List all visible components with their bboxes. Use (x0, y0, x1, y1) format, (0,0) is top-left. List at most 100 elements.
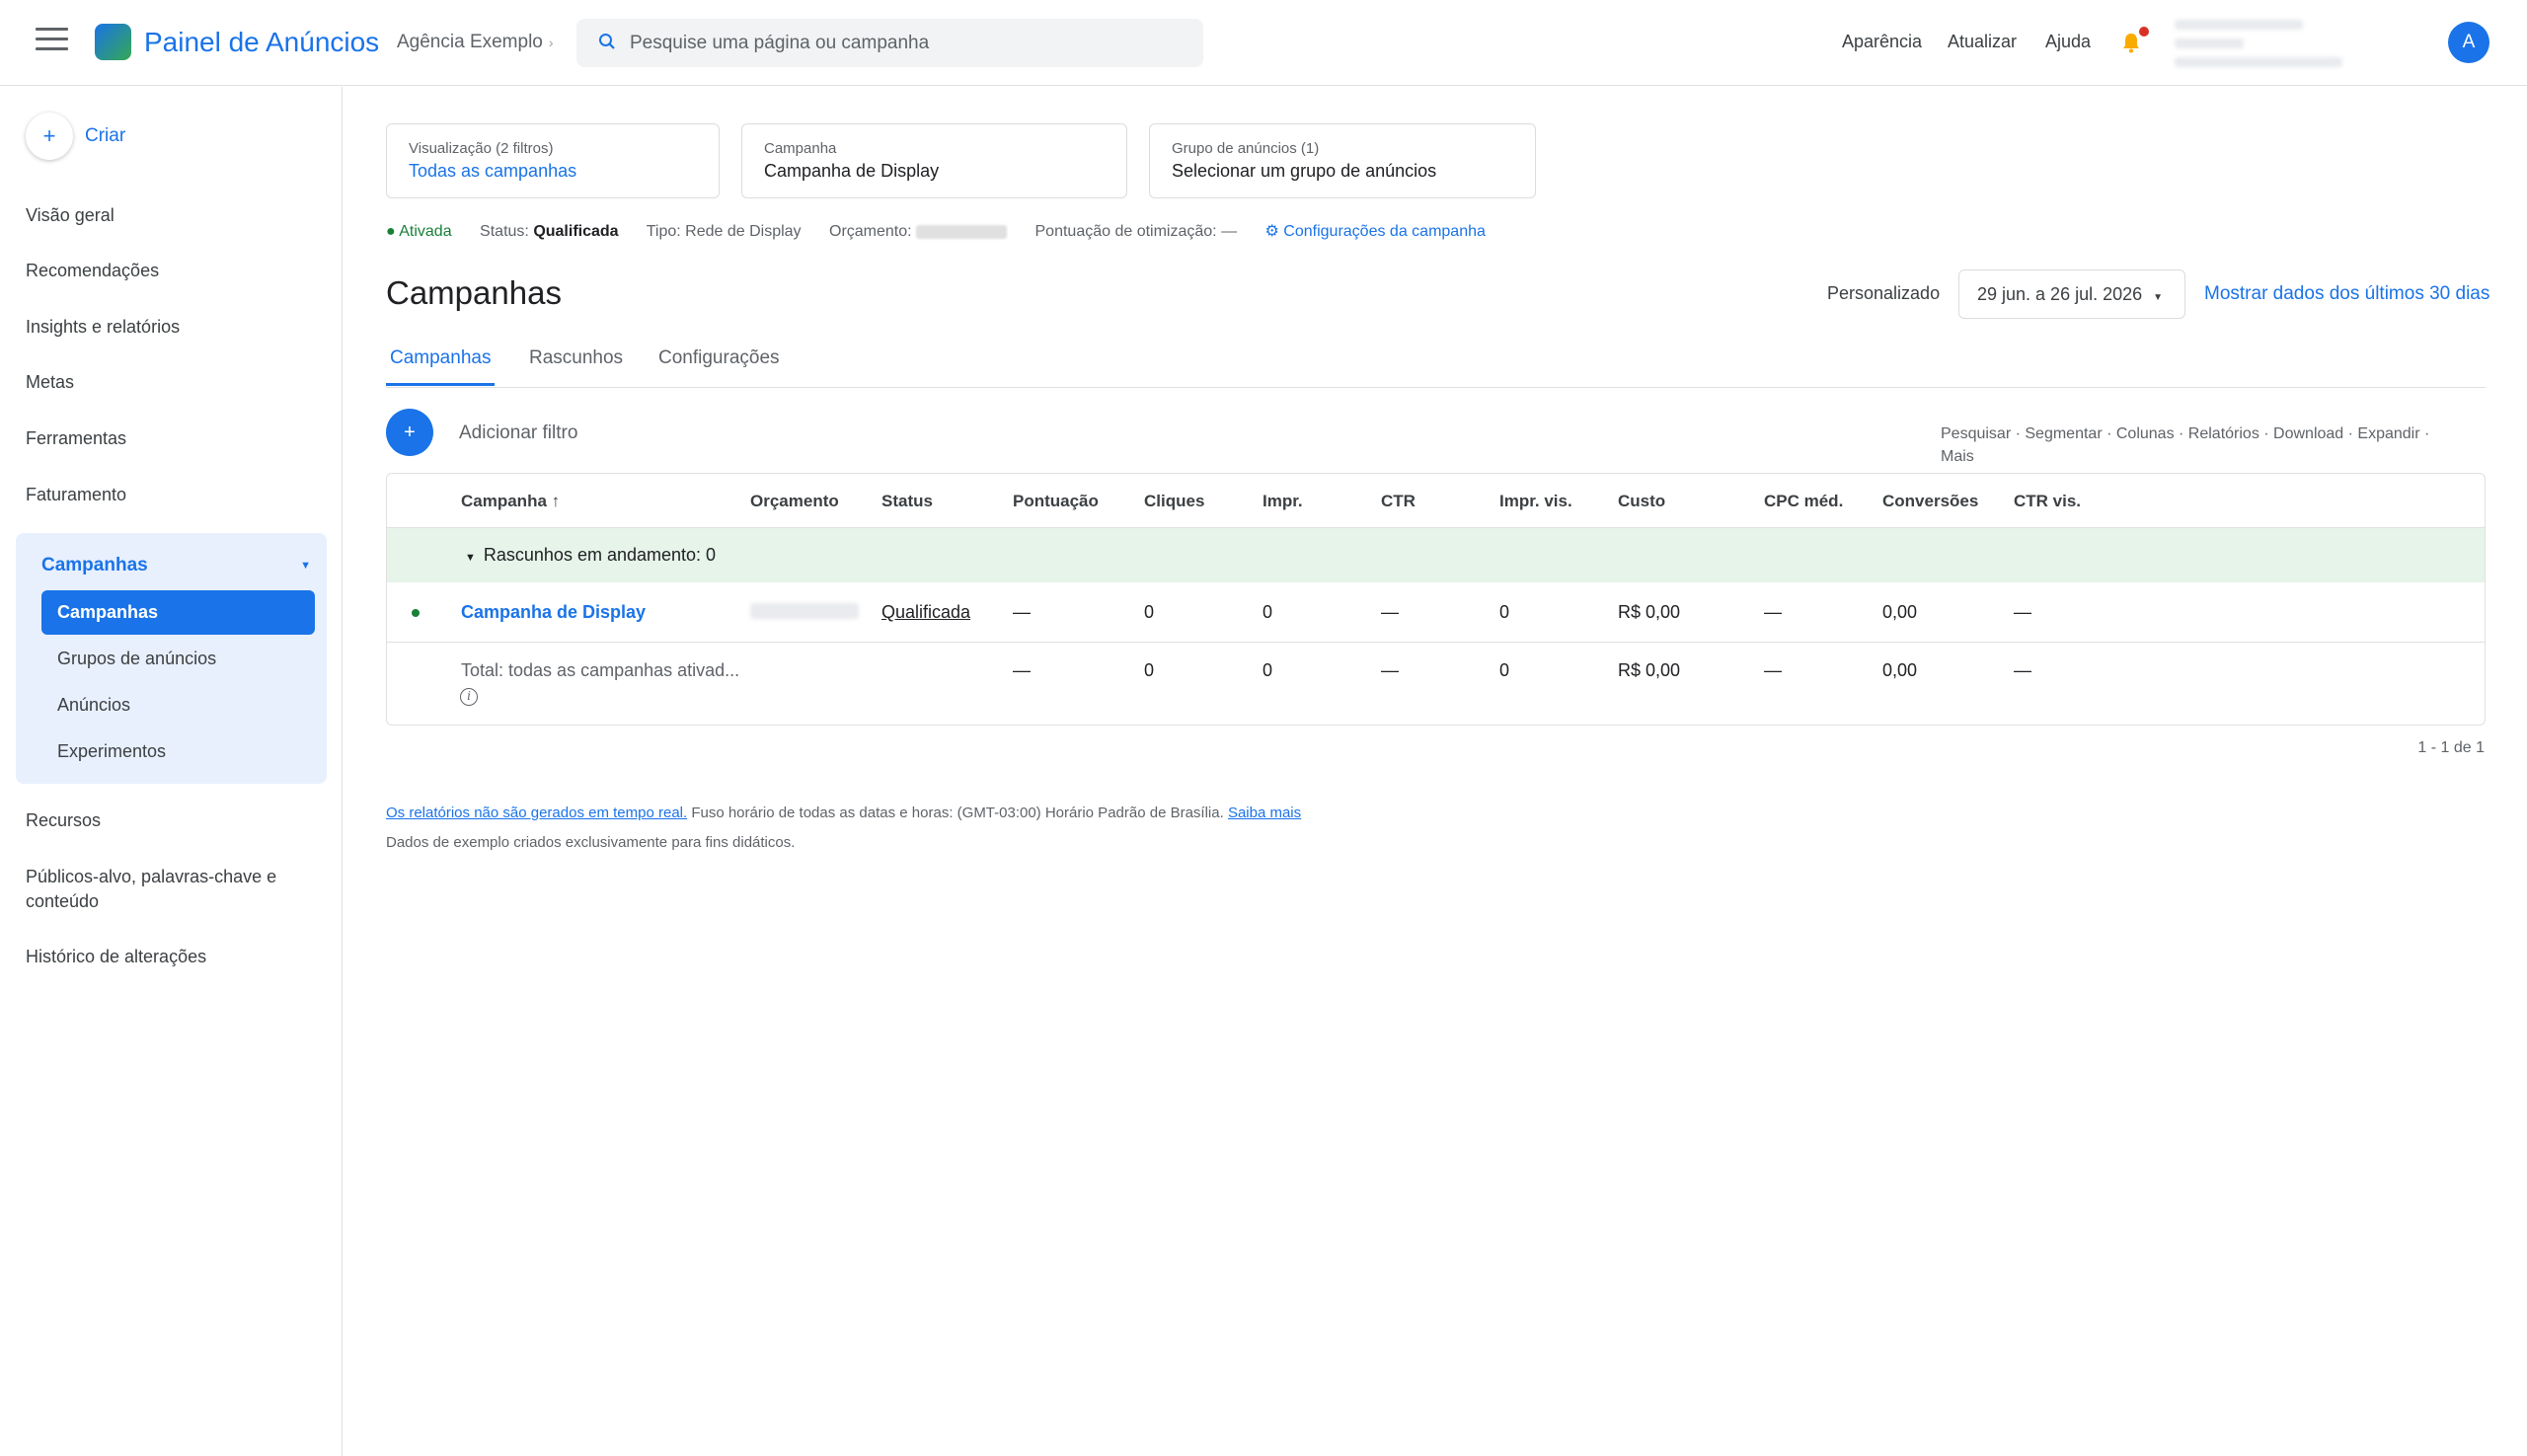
notifications-bell-icon[interactable] (2121, 32, 2141, 53)
tool-columns[interactable]: Colunas (2116, 425, 2175, 442)
tab-campaigns[interactable]: Campanhas (386, 347, 496, 386)
sidebar-subitem-experiments[interactable]: Experimentos (41, 729, 315, 774)
viewable-impressions-cell: 0 (1499, 602, 1510, 622)
learn-more-link[interactable]: Saiba mais (1228, 805, 1301, 821)
clicks-cell: 0 (1144, 602, 1155, 622)
table-row: Campanha de Display Qualificada — 0 0 — … (387, 582, 2485, 643)
account-info-redacted[interactable] (2175, 20, 2352, 79)
sidebar-item-goals[interactable]: Metas (26, 372, 74, 393)
sidebar-item-audiences[interactable]: Públicos-alvo, palavras-chave e conteúdo (26, 865, 312, 914)
last-30-days-link[interactable]: Mostrar dados dos últimos 30 dias (2204, 283, 2489, 305)
status-label: Status: (480, 223, 529, 240)
drafts-row[interactable]: ▼ Rascunhos em andamento: 0 (387, 528, 2485, 582)
budget-redacted (750, 603, 859, 624)
campaign-selector-caption: Campanha (764, 140, 837, 157)
status-value: Qualificada (533, 223, 619, 240)
status-cell[interactable]: Qualificada (881, 602, 970, 623)
campaign-status-bar: ● Ativada Status: Qualificada Tipo: Rede… (386, 221, 1486, 241)
sidebar-item-billing[interactable]: Faturamento (26, 485, 126, 505)
sidebar-group-title[interactable]: Campanhas (41, 555, 148, 576)
total-viewable-ctr: — (2014, 660, 2031, 680)
cost-cell: R$ 0,00 (1618, 602, 1681, 622)
col-status[interactable]: Status (881, 492, 933, 511)
sidebar-item-overview[interactable]: Visão geral (26, 205, 115, 226)
tab-settings[interactable]: Configurações (654, 347, 784, 383)
add-filter-label[interactable]: Adicionar filtro (459, 422, 577, 444)
col-conversions[interactable]: Conversões (1882, 492, 1978, 511)
budget-label: Orçamento: (829, 223, 912, 240)
ad-group-selector[interactable]: Grupo de anúncios (1) Selecionar um grup… (1149, 123, 1536, 198)
campaign-selector-value: Campanha de Display (764, 161, 940, 181)
menu-icon[interactable] (36, 28, 68, 51)
table-tools: Pesquisar · Segmentar · Colunas · Relató… (1941, 425, 2430, 465)
col-viewable-ctr[interactable]: CTR vis. (2014, 492, 2081, 511)
info-icon[interactable]: i (460, 688, 478, 706)
agency-name: Agência Exemplo (397, 32, 543, 52)
col-score[interactable]: Pontuação (1013, 492, 1099, 511)
add-filter-button[interactable]: + (386, 409, 433, 456)
ad-group-selector-value: Selecionar um grupo de anúncios (1172, 161, 1437, 181)
view-selector[interactable]: Visualização (2 filtros) Todas as campan… (386, 123, 720, 198)
total-conversions: 0,00 (1882, 660, 1918, 680)
view-selector-value: Todas as campanhas (409, 161, 577, 181)
col-ctr[interactable]: CTR (1381, 492, 1416, 511)
campaign-name-link[interactable]: Campanha de Display (461, 602, 646, 623)
col-campaign[interactable]: Campanha ↑ (461, 492, 560, 511)
col-impressions[interactable]: Impr. (1263, 492, 1303, 511)
avg-cpc-cell: — (1764, 602, 1782, 622)
date-range-value: 29 jun. a 26 jul. 2026 (1977, 284, 2143, 304)
sidebar-item-assets[interactable]: Recursos (26, 810, 101, 831)
campaign-type: Tipo: Rede de Display (646, 223, 802, 240)
col-cost[interactable]: Custo (1618, 492, 1665, 511)
caret-down-icon[interactable]: ▼ (300, 560, 311, 572)
sample-data-note: Dados de exemplo criados exclusivamente … (386, 834, 796, 851)
enabled-dot-icon[interactable] (412, 609, 420, 617)
col-clicks[interactable]: Cliques (1144, 492, 1204, 511)
help-link[interactable]: Ajuda (2045, 32, 2091, 52)
ad-group-selector-caption: Grupo de anúncios (1) (1172, 140, 1320, 157)
sidebar-nav: + Criar Visão geral Recomendações Insigh… (0, 87, 343, 1456)
tool-more[interactable]: Mais (1941, 448, 1974, 465)
col-avg-cpc[interactable]: CPC méd. (1764, 492, 1843, 511)
tab-drafts[interactable]: Rascunhos (525, 347, 627, 383)
total-cost: R$ 0,00 (1618, 660, 1681, 680)
total-viewable-impressions: 0 (1499, 660, 1510, 680)
tool-search[interactable]: Pesquisar (1941, 425, 2011, 442)
date-range-picker[interactable]: 29 jun. a 26 jul. 2026 ▼ (1958, 269, 2185, 319)
total-row: Total: todas as campanhas ativad... i — … (387, 643, 2485, 726)
pagination-info: 1 - 1 de 1 (2417, 739, 2485, 756)
sidebar-item-recommendations[interactable]: Recomendações (26, 261, 159, 281)
total-avg-cpc: — (1764, 660, 1782, 680)
avatar[interactable]: A (2448, 22, 2489, 63)
top-app-bar: Painel de Anúncios Agência Exemplo › Apar… (0, 0, 2527, 86)
col-budget[interactable]: Orçamento (750, 492, 839, 511)
tool-segment[interactable]: Segmentar (2025, 425, 2102, 442)
score-cell: — (1013, 602, 1031, 622)
product-name[interactable]: Painel de Anúncios (144, 27, 379, 58)
appearance-link[interactable]: Aparência (1842, 32, 1922, 52)
refresh-link[interactable]: Atualizar (1948, 32, 2017, 52)
total-label: Total: todas as campanhas ativad... (461, 660, 740, 680)
sidebar-item-insights[interactable]: Insights e relatórios (26, 317, 180, 338)
sidebar-subitem-ads[interactable]: Anúncios (41, 683, 315, 728)
create-label: Criar (85, 125, 126, 146)
enabled-status[interactable]: ● Ativada (386, 223, 452, 240)
sidebar-subitem-campaigns[interactable]: Campanhas (41, 590, 315, 635)
tool-expand[interactable]: Expandir (2357, 425, 2419, 442)
campaign-settings-link[interactable]: ⚙ Configurações da campanha (1265, 223, 1486, 240)
tool-download[interactable]: Download (2273, 425, 2343, 442)
tab-bar: Campanhas Rascunhos Configurações (386, 336, 2486, 388)
sidebar-item-tools[interactable]: Ferramentas (26, 428, 126, 449)
campaign-selector[interactable]: Campanha Campanha de Display (741, 123, 1127, 198)
account-breadcrumb[interactable]: Agência Exemplo › (397, 32, 554, 53)
sidebar-subitem-ad-groups[interactable]: Grupos de anúncios (41, 637, 315, 681)
col-viewable-impressions[interactable]: Impr. vis. (1499, 492, 1572, 511)
total-score: — (1013, 660, 1031, 680)
search-box[interactable] (576, 19, 1203, 67)
realtime-reports-link[interactable]: Os relatórios não são gerados em tempo r… (386, 805, 687, 821)
tool-reports[interactable]: Relatórios (2188, 425, 2259, 442)
report-footnote: Os relatórios não são gerados em tempo r… (386, 805, 1301, 821)
sidebar-item-change-history[interactable]: Histórico de alterações (26, 947, 206, 967)
ctr-cell: — (1381, 602, 1399, 622)
search-input[interactable] (628, 19, 1181, 67)
